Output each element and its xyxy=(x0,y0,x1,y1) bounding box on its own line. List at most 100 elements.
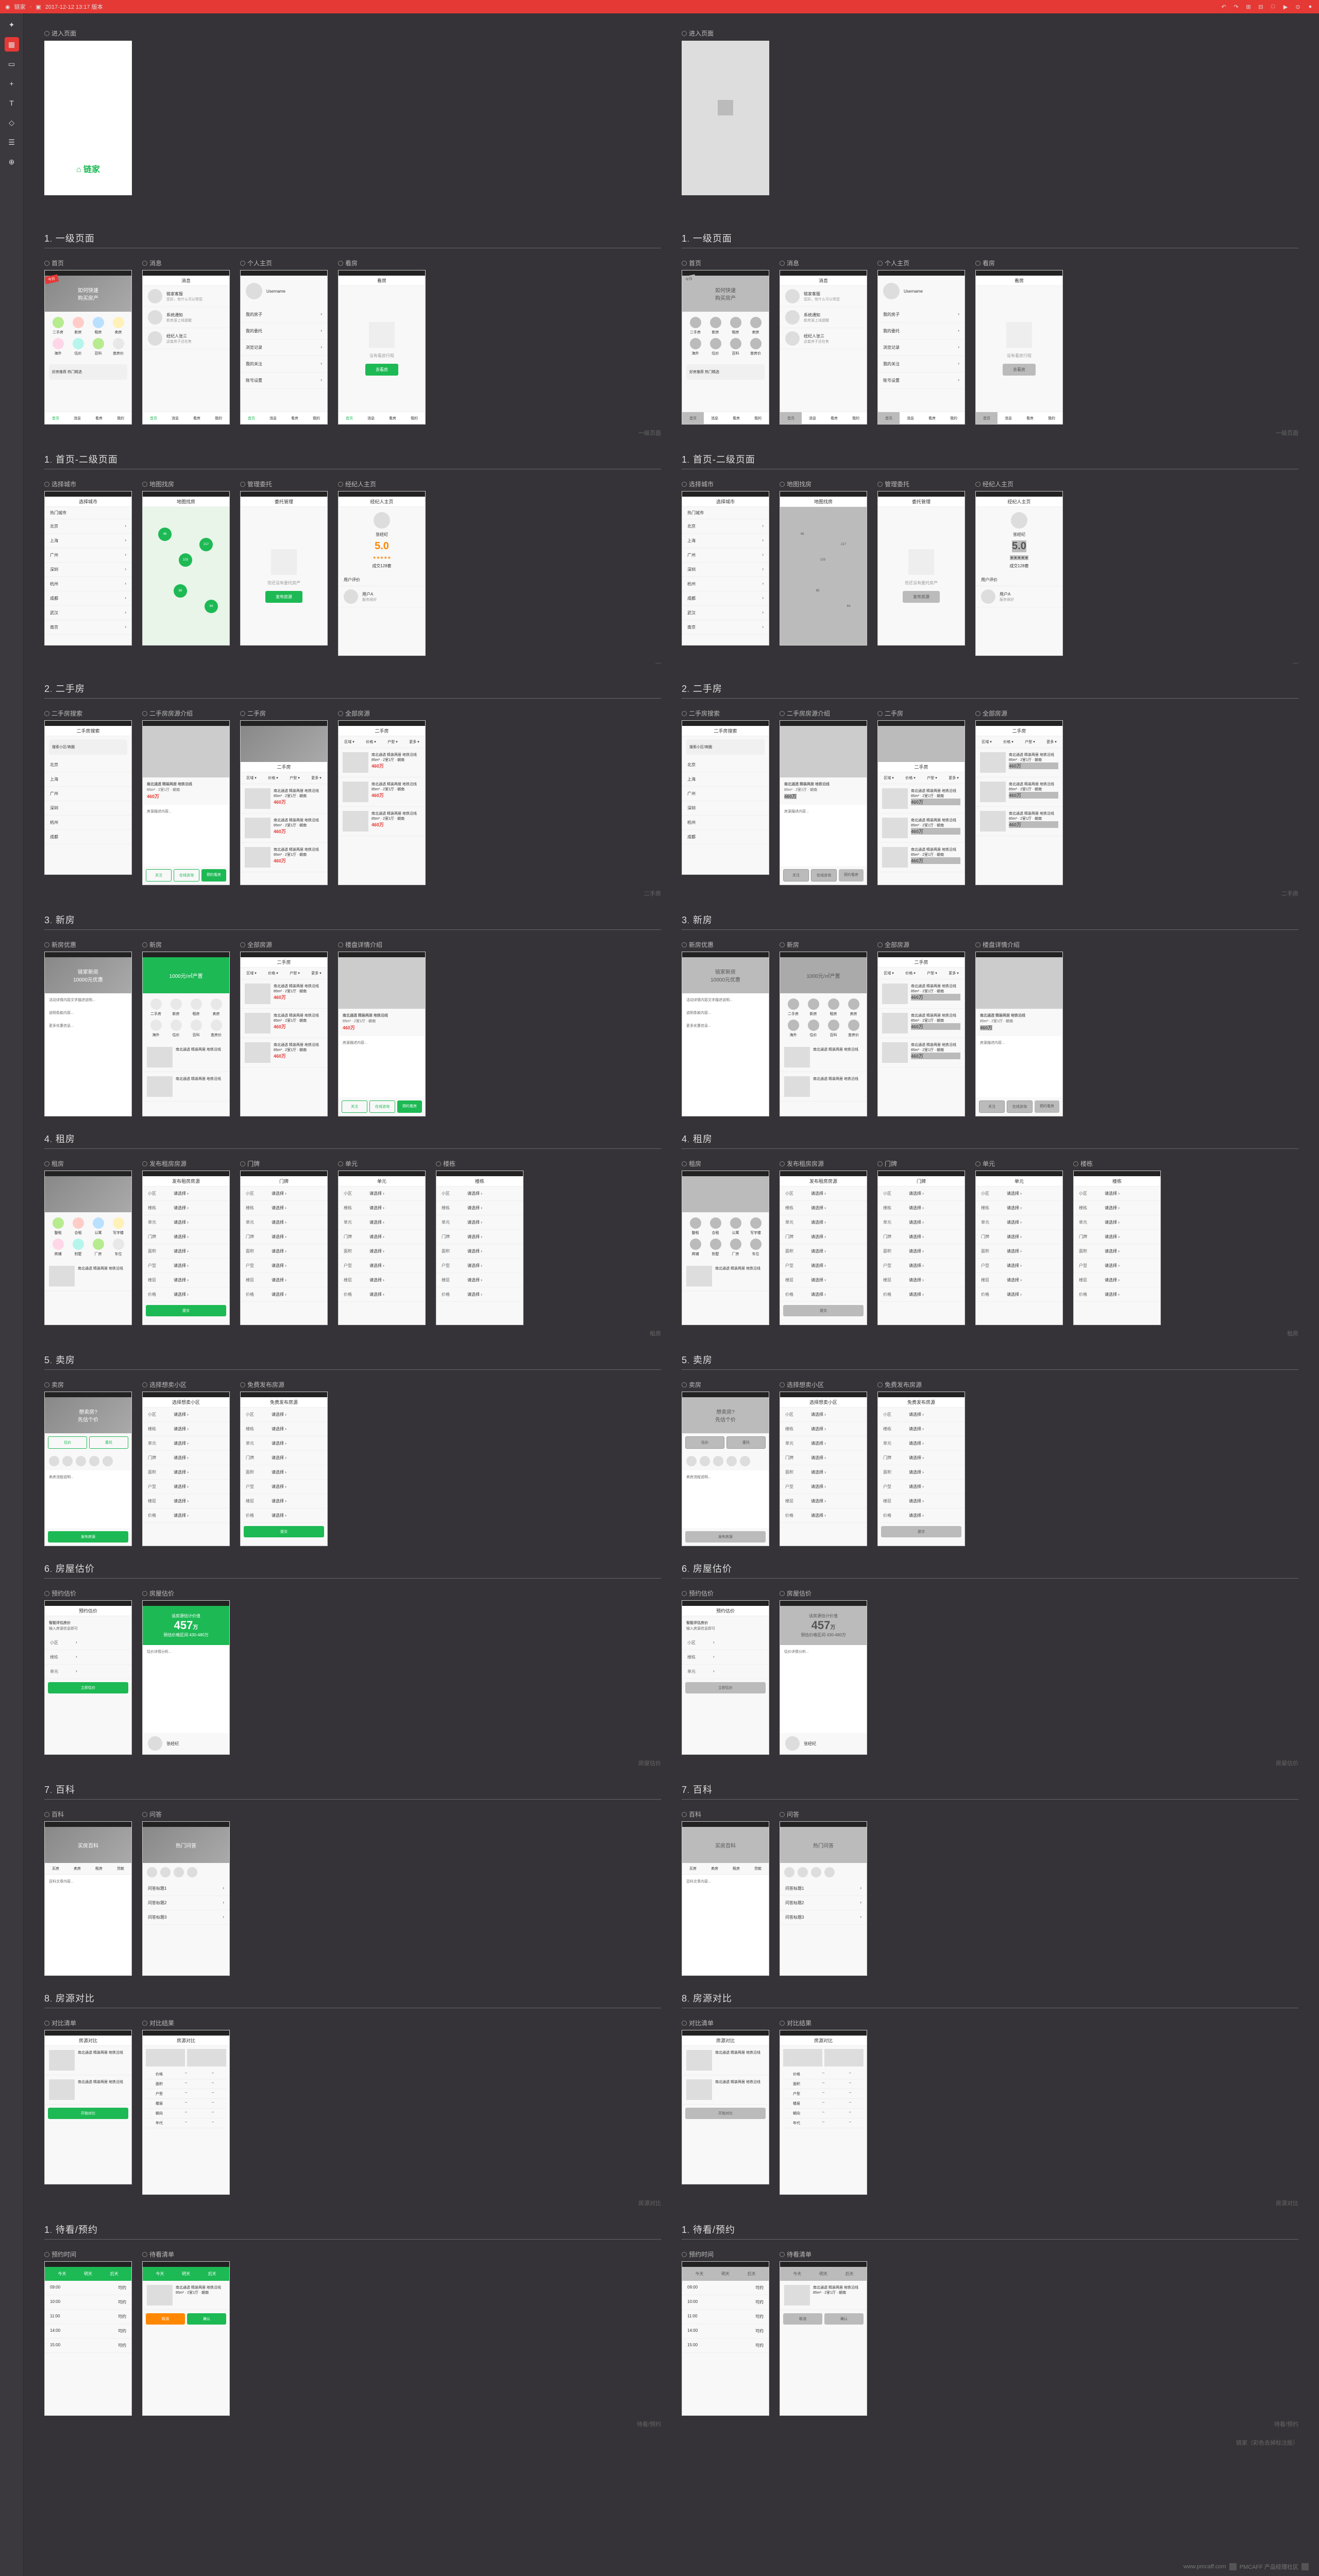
search-input[interactable]: 搜索小区/商圈 xyxy=(49,739,127,755)
date-tab[interactable]: 今天 xyxy=(695,2271,703,2277)
property-card[interactable]: 南北通透 精装两居 地铁沿线85m² · 2室1厅 · 朝南460万 xyxy=(241,979,327,1009)
filter-item[interactable]: 区域 ▾ xyxy=(339,736,360,748)
form-row[interactable]: 小区请选择 › xyxy=(241,1187,327,1201)
publish-button[interactable]: 发布房源 xyxy=(903,591,940,603)
book-button[interactable]: 预约看房 xyxy=(839,869,864,882)
form-row[interactable]: 门牌请选择 › xyxy=(976,1230,1062,1244)
tab-item[interactable]: 首页 xyxy=(45,412,66,424)
property-card[interactable]: 南北通透 精装两居 地铁沿线85m² · 2室1厅 · 朝南460万 xyxy=(241,784,327,814)
screen-label[interactable]: 选择城市 xyxy=(44,480,132,488)
map-cluster[interactable]: 217 xyxy=(837,538,850,551)
property-card[interactable]: 南北通透 精装两居 地铁沿线85m² · 2室1厅 · 朝南460万 xyxy=(976,807,1062,836)
filter-item[interactable]: 更多 ▾ xyxy=(403,736,425,748)
form-row[interactable]: 门牌请选择 › xyxy=(241,1451,327,1465)
form-row[interactable]: 小区请选择 › xyxy=(1074,1187,1160,1201)
form-row[interactable]: 门牌请选择 › xyxy=(878,1230,965,1244)
form-row[interactable]: 小区请选择 › xyxy=(878,1408,965,1422)
screen-label[interactable]: 问答 xyxy=(780,1810,867,1819)
form-row[interactable]: 楼层请选择 › xyxy=(976,1273,1062,1287)
form-row[interactable]: 单元请选择 › xyxy=(878,1436,965,1451)
est-input[interactable]: 楼栋› xyxy=(45,1650,131,1665)
home-banner[interactable]: 好房推荐 热门精选 xyxy=(686,364,765,380)
property-card[interactable]: 南北通透 精装两居 地铁沿线85m² · 2室1厅 · 朝南460万 xyxy=(878,1038,965,1067)
form-row[interactable]: 户型请选择 › xyxy=(241,1259,327,1273)
rent-category[interactable]: 车位 xyxy=(109,1239,127,1257)
tab-item[interactable]: 首页 xyxy=(682,412,704,424)
form-row[interactable]: 小区请选择 › xyxy=(780,1408,867,1422)
screen-label[interactable]: 个人主页 xyxy=(240,259,328,267)
screen-label[interactable]: 楼盘详情介绍 xyxy=(338,940,426,949)
city-item[interactable]: 南京› xyxy=(45,620,131,635)
filter-item[interactable]: 户型 ▾ xyxy=(921,772,943,784)
filter-item[interactable]: 更多 ▾ xyxy=(943,772,965,784)
submit-button[interactable]: 提交 xyxy=(244,1526,324,1537)
form-row[interactable]: 楼层请选择 › xyxy=(878,1494,965,1509)
submit-button[interactable]: 提交 xyxy=(146,1305,226,1316)
suggest-item[interactable]: 上海 xyxy=(682,772,769,787)
rent-category[interactable]: 车位 xyxy=(747,1239,765,1257)
message-item[interactable]: 系统通知新房源上线提醒 xyxy=(780,307,867,328)
map-cluster[interactable]: 88 xyxy=(811,584,824,598)
time-slot[interactable]: 10:00可约 xyxy=(682,2295,769,2310)
play-icon[interactable]: ▶ xyxy=(1282,3,1289,10)
property-photo[interactable] xyxy=(143,726,229,777)
menu-item[interactable]: 我的关注› xyxy=(241,356,327,372)
date-tab[interactable]: 今天 xyxy=(58,2271,66,2277)
category-item[interactable]: 海外 xyxy=(686,338,704,356)
property-card[interactable]: 南北通透 精装两居 地铁沿线85m² · 2室1厅 · 朝南460万 xyxy=(339,807,425,836)
form-row[interactable]: 价格请选择 › xyxy=(780,1287,867,1302)
filter-item[interactable]: 区域 ▾ xyxy=(878,968,900,979)
form-row[interactable]: 面积请选择 › xyxy=(339,1244,425,1259)
est-input[interactable]: 楼栋› xyxy=(682,1650,769,1665)
property-card[interactable]: 南北通透 精装两居 地铁沿线85m² · 2室1厅 · 朝南460万 xyxy=(241,843,327,872)
tab-item[interactable]: 我的 xyxy=(845,412,867,424)
city-item[interactable]: 杭州› xyxy=(682,577,769,591)
screen-label[interactable]: 房屋估价 xyxy=(780,1589,867,1598)
form-row[interactable]: 面积请选择 › xyxy=(878,1244,965,1259)
sell-cta[interactable]: 发布房源 xyxy=(685,1531,766,1543)
profile-header[interactable]: Username xyxy=(878,276,965,307)
grid-icon[interactable]: ⊞ xyxy=(1245,3,1252,10)
rent-category[interactable]: 整租 xyxy=(686,1217,704,1235)
tab-item[interactable]: 我的 xyxy=(1041,412,1062,424)
category-item[interactable]: 新房 xyxy=(706,317,724,335)
form-row[interactable]: 门牌请选择 › xyxy=(1074,1230,1160,1244)
rent-category[interactable]: 别墅 xyxy=(706,1239,724,1257)
screen-label[interactable]: 发布租房房源 xyxy=(780,1159,867,1168)
suggest-item[interactable]: 成都 xyxy=(45,830,131,844)
filter-item[interactable]: 户型 ▾ xyxy=(921,968,943,979)
suggest-item[interactable]: 广州 xyxy=(682,787,769,801)
tab-item[interactable]: 看房 xyxy=(921,412,943,424)
category-item[interactable]: 百科 xyxy=(89,338,107,356)
property-card[interactable]: 南北通透 精装两居 地铁沿线85m² · 2室1厅 · 朝南460万 xyxy=(241,814,327,843)
city-item[interactable]: 深圳› xyxy=(45,563,131,577)
form-row[interactable]: 单元请选择 › xyxy=(143,1215,229,1230)
screen-label[interactable]: 经纪人主页 xyxy=(338,480,426,488)
tab-item[interactable]: 我的 xyxy=(208,412,229,424)
screen-label[interactable]: 管理委托 xyxy=(877,480,965,488)
form-row[interactable]: 户型请选择 › xyxy=(436,1259,523,1273)
form-row[interactable]: 面积请选择 › xyxy=(780,1244,867,1259)
form-row[interactable]: 单元请选择 › xyxy=(1074,1215,1160,1230)
form-row[interactable]: 楼栋请选择 › xyxy=(1074,1201,1160,1215)
wiki-tab[interactable]: 卖房 xyxy=(704,1863,725,1874)
suggest-item[interactable]: 上海 xyxy=(45,772,131,787)
message-item[interactable]: 系统通知新房源上线提醒 xyxy=(143,307,229,328)
screen-label[interactable]: 消息 xyxy=(780,259,867,267)
message-item[interactable]: 经纪人张三这套房子还在售 xyxy=(780,328,867,349)
screen-label[interactable]: 经纪人主页 xyxy=(975,480,1063,488)
form-row[interactable]: 单元请选择 › xyxy=(339,1215,425,1230)
screen-label[interactable]: 二手房房源介绍 xyxy=(142,709,230,718)
screen-label[interactable]: 管理委托 xyxy=(240,480,328,488)
form-row[interactable]: 面积请选择 › xyxy=(143,1244,229,1259)
form-row[interactable]: 门牌请选择 › xyxy=(878,1451,965,1465)
form-row[interactable]: 户型请选择 › xyxy=(780,1259,867,1273)
submit-button[interactable]: 提交 xyxy=(881,1526,961,1537)
screen-label[interactable]: 二手房 xyxy=(240,709,328,718)
qa-item[interactable]: 问答标题2› xyxy=(143,1896,229,1910)
form-row[interactable]: 门牌请选择 › xyxy=(339,1230,425,1244)
category-item[interactable]: 二手房 xyxy=(49,317,67,335)
form-row[interactable]: 楼栋请选择 › xyxy=(241,1201,327,1215)
map-view[interactable]: 461032178864 xyxy=(780,507,867,645)
form-row[interactable]: 小区请选择 › xyxy=(143,1408,229,1422)
